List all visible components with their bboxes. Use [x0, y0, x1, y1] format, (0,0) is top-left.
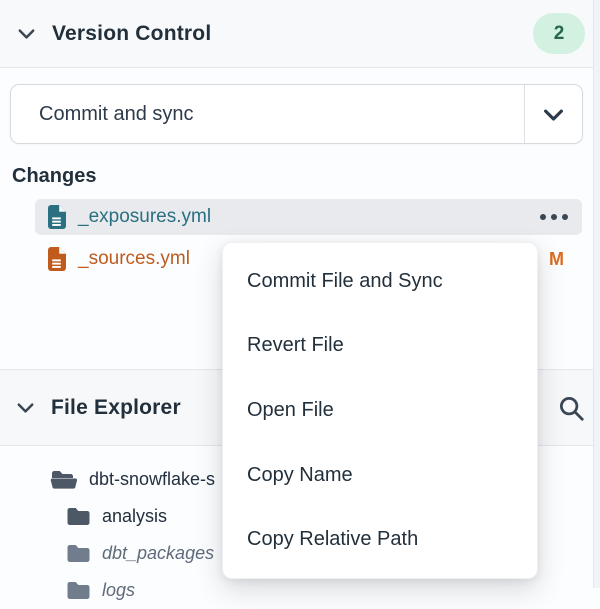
changes-count-badge: 2 — [533, 13, 585, 54]
menu-item-open-file[interactable]: Open File — [223, 378, 537, 443]
chevron-down-icon — [540, 101, 567, 128]
file-explorer-title: File Explorer — [51, 396, 181, 420]
changed-file-name: _sources.yml — [78, 248, 190, 270]
commit-dropdown-caret[interactable] — [524, 85, 582, 143]
menu-item-copy-name[interactable]: Copy Name — [223, 443, 537, 508]
tree-item-label: analysis — [102, 506, 167, 527]
tree-item-label: dbt-snowflake-s — [89, 469, 215, 490]
yml-file-icon — [47, 204, 67, 230]
tree-item-label: dbt_packages — [102, 543, 214, 564]
folder-icon — [66, 581, 91, 600]
changed-file-row-exposures[interactable]: _exposures.yml — [35, 199, 582, 235]
tree-item-label: logs — [102, 580, 135, 601]
menu-item-commit-file-and-sync[interactable]: Commit File and Sync — [223, 249, 537, 314]
folder-icon — [66, 507, 91, 526]
scrollbar-gutter — [593, 0, 600, 588]
modified-status-badge: M — [549, 249, 572, 270]
yml-file-icon — [47, 246, 67, 272]
folder-icon — [66, 544, 91, 563]
menu-item-revert-file[interactable]: Revert File — [223, 314, 537, 379]
chevron-down-icon[interactable] — [14, 396, 37, 419]
folder-open-icon — [50, 470, 78, 490]
menu-item-copy-relative-path[interactable]: Copy Relative Path — [223, 507, 537, 572]
commit-dropdown-label: Commit and sync — [11, 85, 524, 143]
version-control-header[interactable]: Version Control 2 — [0, 0, 600, 68]
search-icon[interactable] — [556, 393, 586, 423]
chevron-down-icon[interactable] — [15, 22, 38, 45]
changes-heading: Changes — [12, 165, 96, 188]
file-context-menu: Commit File and Sync Revert File Open Fi… — [222, 242, 538, 579]
version-control-title: Version Control — [52, 22, 211, 46]
commit-and-sync-dropdown[interactable]: Commit and sync — [10, 84, 583, 144]
file-actions-ellipsis-icon[interactable] — [536, 208, 572, 226]
changed-file-name: _exposures.yml — [78, 206, 211, 228]
